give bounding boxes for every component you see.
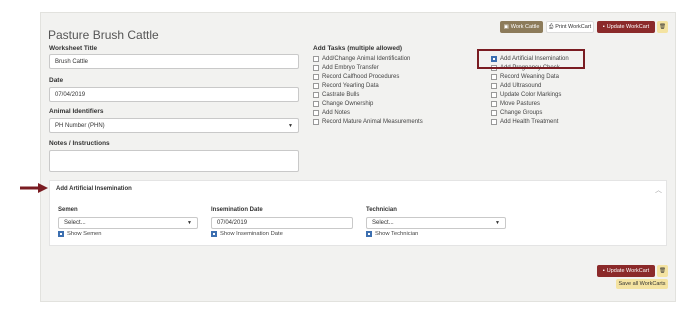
task-label: Add Health Treatment [500,119,559,125]
task-label: Add Ultrasound [500,83,542,89]
semen-label: Semen [58,207,78,213]
print-label: Print WorkCart [555,24,592,30]
work-cattle-label: Work Cattle [510,24,540,30]
task-mature-measurements[interactable]: Record Mature Animal Measurements [313,119,423,125]
task-label: Record Weaning Data [500,74,559,80]
save-icon: ▪ [602,268,605,274]
task-castrate-bulls[interactable]: Castrate Bulls [313,92,359,98]
technician-select[interactable]: Select... ▼ [366,217,506,229]
checkbox-checked[interactable] [58,231,64,237]
semen-value: Select... [64,220,86,226]
cow-icon: ▣ [503,24,509,30]
print-workcart-button[interactable]: ⎙ Print WorkCart [546,21,594,33]
page-title: Pasture Brush Cattle [48,28,159,42]
show-technician-label: Show Technician [375,231,419,237]
task-label: Change Groups [500,110,543,116]
artificial-insemination-panel [49,180,667,246]
worksheet-title-label: Worksheet Title [49,45,98,52]
checkbox[interactable] [313,74,319,80]
date-label: Date [49,77,64,84]
task-add-notes[interactable]: Add Notes [313,110,350,116]
checkbox[interactable] [491,74,497,80]
notes-label: Notes / Instructions [49,140,110,147]
task-update-color-markings[interactable]: Update Color Markings [491,92,561,98]
checkbox[interactable] [491,101,497,107]
date-value: 07/04/2019 [55,91,86,98]
print-icon: ⎙ [548,23,554,30]
show-insemination-date-label: Show Insemination Date [220,231,283,237]
trash-icon: 🗑 [659,24,666,30]
update-workcart-button-bottom[interactable]: ▪ Update WorkCart [597,265,655,277]
show-technician-option[interactable]: Show Technician [366,231,418,237]
tasks-label: Add Tasks (multiple allowed) [313,45,403,52]
chevron-up-icon[interactable]: ︿ [655,185,662,195]
task-label: Record Yearling Data [322,83,379,89]
show-semen-option[interactable]: Show Semen [58,231,101,237]
task-add-embryo-transfer[interactable]: Add Embryo Transfer [313,65,379,71]
task-change-groups[interactable]: Change Groups [491,110,542,116]
notes-textarea[interactable] [49,150,299,172]
checkbox[interactable] [491,83,497,89]
task-label: Update Color Markings [500,92,562,98]
checkbox-checked[interactable] [211,231,217,237]
checkbox[interactable] [491,92,497,98]
technician-label: Technician [366,207,397,213]
task-yearling-data[interactable]: Record Yearling Data [313,83,379,89]
semen-select[interactable]: Select... ▼ [58,217,198,229]
worksheet-title-input[interactable]: Brush Cattle [49,54,299,69]
caret-down-icon: ▼ [495,220,500,226]
task-label: Add Notes [322,110,351,116]
task-add-change-animal-id[interactable]: Add/Change Animal Identification [313,56,410,62]
animal-identifiers-select[interactable]: PH Number (PHN) ▼ [49,118,299,133]
arrow-right-icon [20,183,48,193]
task-label: Record Mature Animal Measurements [322,119,423,125]
show-semen-label: Show Semen [67,231,102,237]
checkbox[interactable] [313,101,319,107]
delete-button[interactable]: 🗑 [657,21,668,33]
checkbox[interactable] [313,65,319,71]
checkbox-checked[interactable] [366,231,372,237]
insemination-date-label: Insemination Date [211,207,263,213]
checkbox[interactable] [491,110,497,116]
task-add-health-treatment[interactable]: Add Health Treatment [491,119,558,125]
animal-identifiers-value: PH Number (PHN) [55,122,105,129]
update-label: Update WorkCart [606,24,650,30]
checkbox[interactable] [313,119,319,125]
task-change-ownership[interactable]: Change Ownership [313,101,373,107]
insemination-date-value: 07/04/2019 [217,220,248,226]
task-label: Record Calfhood Procedures [322,74,400,80]
checkbox[interactable] [313,56,319,62]
delete-button-bottom[interactable]: 🗑 [657,265,668,277]
save-all-label: Save all WorkCarts [618,281,666,287]
task-label: Castrate Bulls [322,92,360,98]
save-all-workcarts-button[interactable]: Save all WorkCarts [616,279,668,289]
date-input[interactable]: 07/04/2019 [49,87,299,102]
caret-down-icon: ▼ [288,122,293,129]
insemination-date-input[interactable]: 07/04/2019 [211,217,353,229]
task-calfhood-procedures[interactable]: Record Calfhood Procedures [313,74,399,80]
task-move-pastures[interactable]: Move Pastures [491,101,540,107]
task-label: Add Embryo Transfer [322,65,379,71]
checkbox[interactable] [313,92,319,98]
caret-down-icon: ▼ [187,220,192,226]
task-label: Add/Change Animal Identification [322,56,411,62]
work-cattle-button[interactable]: ▣ Work Cattle [500,21,543,33]
save-icon: ▪ [602,24,605,30]
task-add-ultrasound[interactable]: Add Ultrasound [491,83,541,89]
checkbox[interactable] [491,119,497,125]
checkbox[interactable] [313,83,319,89]
update-label-bottom: Update WorkCart [606,268,650,274]
show-insemination-date-option[interactable]: Show Insemination Date [211,231,283,237]
ai-section-title: Add Artificial Insemination [56,186,132,192]
task-label: Move Pastures [500,101,541,107]
worksheet-title-value: Brush Cattle [55,58,89,65]
update-workcart-button[interactable]: ▪ Update WorkCart [597,21,655,33]
checkbox[interactable] [313,110,319,116]
task-label: Change Ownership [322,101,374,107]
highlight-box [477,49,585,69]
animal-identifiers-label: Animal Identifiers [49,108,104,115]
trash-icon: 🗑 [659,268,666,274]
task-weaning-data[interactable]: Record Weaning Data [491,74,559,80]
technician-value: Select... [372,220,394,226]
